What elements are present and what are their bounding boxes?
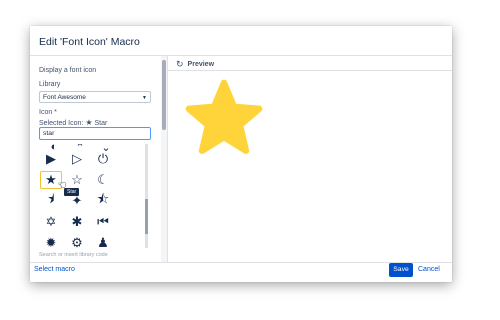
- save-button[interactable]: Save: [389, 263, 413, 277]
- star-tooltip: Star: [64, 188, 80, 196]
- star-half-outline-icon[interactable]: ⯪: [92, 191, 114, 210]
- chevron-down-icon: ▼: [142, 95, 147, 101]
- selected-icon-name: Star: [94, 120, 108, 127]
- dialog-title: Edit 'Font Icon' Macro: [39, 36, 140, 48]
- refresh-icon[interactable]: ↻: [176, 59, 184, 70]
- icon-search-input[interactable]: star: [39, 127, 151, 140]
- pane-divider: [167, 56, 168, 262]
- selected-icon-line: Selected Icon: ★ Star: [39, 118, 107, 127]
- step-backward-icon[interactable]: ⏮: [92, 213, 114, 231]
- asterisk-icon[interactable]: ✱: [66, 213, 88, 231]
- play-circle-outline-icon[interactable]: ▷: [66, 150, 88, 168]
- moon-star-icon[interactable]: ☾: [92, 171, 114, 189]
- cog-icon[interactable]: ⚙: [66, 234, 88, 252]
- preview-title: Preview: [187, 61, 215, 68]
- library-select-value: Font Awesome: [43, 94, 86, 101]
- left-pane-scroll-thumb[interactable]: [162, 60, 166, 130]
- icon-grid-scrollbar[interactable]: [145, 144, 148, 248]
- search-hint: Search or insert library code: [39, 252, 108, 258]
- star-of-david-icon[interactable]: ✡: [40, 213, 62, 231]
- users-icon[interactable]: ♟: [92, 234, 114, 252]
- preview-header: ↻ Preview: [176, 59, 214, 70]
- selected-icon-prefix: Selected Icon:: [39, 120, 84, 127]
- preview-header-divider: [168, 70, 452, 71]
- play-circle-icon[interactable]: ▶: [40, 150, 62, 168]
- sun-icon[interactable]: ✹: [40, 234, 62, 252]
- star-outline-icon[interactable]: ☆: [66, 171, 88, 189]
- power-icon[interactable]: ⏻: [92, 150, 114, 168]
- cancel-button[interactable]: Cancel: [418, 266, 440, 273]
- hand-cursor-icon: ☚: [58, 180, 67, 190]
- library-label: Library: [39, 81, 61, 88]
- icon-label: Icon *: [39, 109, 57, 116]
- library-select[interactable]: Font Awesome ▼: [39, 91, 151, 103]
- selected-star-icon: ★: [85, 118, 93, 127]
- star-preview-icon: [185, 79, 263, 154]
- select-macro-link[interactable]: Select macro: [34, 266, 75, 273]
- star-half-icon[interactable]: ⯨: [40, 191, 62, 210]
- icon-grid-scroll-thumb[interactable]: [145, 199, 148, 234]
- icon-grid: ◐ ⌃ ⌄ ▶ ▷ ⏻ ★ ☆ ☾ ⯨ ✦ ⯪ ✡ ✱ ⏮ ✹ ⚙ ♟: [39, 144, 147, 258]
- display-label: Display a font icon: [39, 67, 97, 74]
- header-divider: [30, 55, 452, 56]
- macro-dialog: Edit 'Font Icon' Macro Display a font ic…: [30, 26, 452, 282]
